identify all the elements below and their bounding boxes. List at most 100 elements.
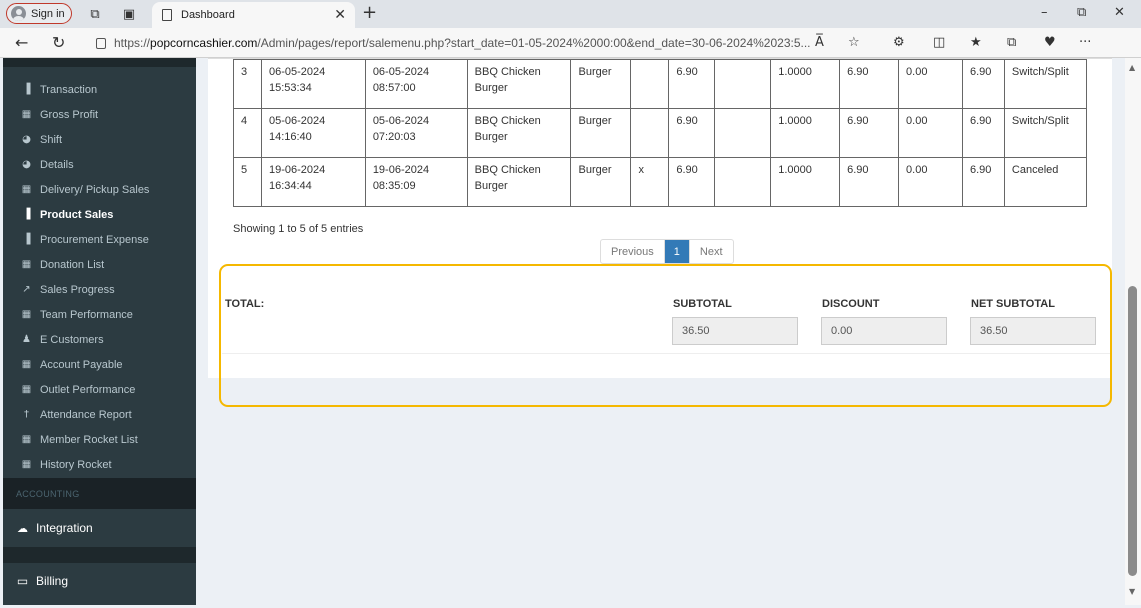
credit-card-icon: ▭	[16, 574, 29, 588]
sidebar-item-attendance-report[interactable]: † Attendance Report	[3, 402, 196, 427]
cell-text: 4	[241, 115, 248, 127]
refresh-icon[interactable]: ↻	[52, 33, 65, 52]
sidebar-reports-header[interactable]	[3, 58, 196, 67]
cell-quantity: 1.0000	[770, 108, 841, 158]
url-host: popcorncashier.com	[150, 36, 258, 50]
sidebar-item-billing[interactable]: ▭ Billing	[3, 560, 196, 602]
collections-icon[interactable]: ⧉	[1007, 35, 1016, 50]
address-bar-row: ← ↻ https://popcorncashier.com/Admin/pag…	[0, 28, 1141, 81]
net-subtotal-field[interactable]: 36.50	[970, 317, 1096, 345]
restore-icon[interactable]: ⧉	[1077, 5, 1086, 20]
sidebar: ▐ Transaction ▦ Gross Profit ◕ Shift ◕ Details ▦…	[3, 58, 196, 605]
cell-text: 05-06-2024	[372, 115, 430, 127]
pagination-next[interactable]: Next	[690, 240, 733, 263]
bar-chart-icon: ▐	[22, 84, 31, 95]
cell-category: Burger	[570, 157, 632, 207]
sidebar-item-product-sales[interactable]: ▐ Product Sales	[3, 202, 196, 227]
extensions-icon[interactable]: ⚙	[893, 35, 905, 50]
cell-created-datetime: 19-06-2024 16:34:44	[260, 157, 366, 207]
sidebar-item-donation-list[interactable]: ▦ Donation List	[3, 252, 196, 277]
cell-status: Switch/Split	[1003, 59, 1088, 109]
scrollbar-thumb[interactable]	[1128, 286, 1137, 576]
cell-text: 05-06-2024	[268, 115, 326, 127]
cell-net-subtotal: 6.90	[961, 108, 1005, 158]
cell-menu-name: BBQ Chicken Burger	[466, 108, 572, 158]
workspaces-icon[interactable]: ⧉	[86, 5, 104, 23]
sidebar-item-details[interactable]: ◕ Details	[3, 152, 196, 177]
tab-actions-icon[interactable]: ▣	[120, 5, 138, 23]
sidebar-item-delivery-pickup-sales[interactable]: ▦ Delivery/ Pickup Sales	[3, 177, 196, 202]
cell-text: 0.00	[906, 164, 928, 176]
cell-text: 6.90	[676, 115, 698, 127]
cell-text: 06-05-2024	[372, 66, 430, 78]
cell-text: Switch/Split	[1011, 115, 1069, 127]
favorites-icon[interactable]: ★	[970, 35, 982, 50]
favorite-star-icon[interactable]: ☆	[848, 35, 860, 50]
vertical-scrollbar[interactable]: ▲ ▼	[1125, 58, 1141, 605]
cell-text: 3	[241, 66, 248, 78]
net-subtotal-header: NET SUBTOTAL	[971, 298, 1055, 310]
cell-category: Burger	[570, 59, 632, 109]
url-prefix: https://	[114, 36, 151, 50]
sidebar-item-outlet-performance[interactable]: ▦ Outlet Performance	[3, 377, 196, 402]
close-window-icon[interactable]: ✕	[1114, 5, 1125, 20]
split-screen-icon[interactable]: ◫	[933, 35, 945, 50]
sidebar-item-label: Procurement Expense	[40, 233, 149, 246]
browser-essentials-icon[interactable]: ♥	[1044, 35, 1056, 50]
product-sales-table: 3 06-05-2024 15:53:34 06-05-2024 08:57:00 BBQ…	[233, 59, 1088, 207]
sidebar-item-history-rocket[interactable]: ▦ History Rocket	[3, 452, 196, 477]
line-chart-icon: ↗	[22, 284, 31, 295]
person-icon: †	[24, 409, 29, 420]
cell-text: 1.0000	[778, 66, 812, 78]
cell-text: 0.00	[906, 66, 928, 78]
minimize-icon[interactable]: –	[1041, 5, 1048, 20]
sidebar-item-gross-profit[interactable]: ▦ Gross Profit	[3, 102, 196, 127]
sidebar-item-account-payable[interactable]: ▦ Account Payable	[3, 352, 196, 377]
sidebar-item-shift[interactable]: ◕ Shift	[3, 127, 196, 152]
sidebar-item-team-performance[interactable]: ▦ Team Performance	[3, 302, 196, 327]
sidebar-item-integration[interactable]: ☁ Integration	[3, 507, 196, 549]
cell-void-mark: x	[630, 157, 670, 207]
cell-price: 6.90	[668, 108, 716, 158]
sidebar-item-procurement-expense[interactable]: ▐ Procurement Expense	[3, 227, 196, 252]
cell-text: 19-06-2024	[372, 164, 430, 176]
scroll-up-icon[interactable]: ▲	[1129, 63, 1135, 72]
sidebar-item-label: Product Sales	[40, 208, 114, 221]
sidebar-item-sales-progress[interactable]: ↗ Sales Progress	[3, 277, 196, 302]
cell-text: 5	[241, 164, 248, 176]
sidebar-item-label: Member Rocket List	[40, 433, 138, 446]
back-icon[interactable]: ←	[15, 33, 28, 52]
cell-status: Canceled	[1003, 157, 1088, 207]
cell-text: Canceled	[1011, 164, 1059, 176]
close-tab-icon[interactable]: ✕	[334, 7, 346, 23]
table-icon: ▦	[21, 109, 32, 120]
pagination-page-1[interactable]: 1	[664, 240, 690, 263]
table-icon: ▦	[21, 359, 32, 370]
read-aloud-icon[interactable]: A̅	[815, 35, 824, 50]
more-icon[interactable]: ···	[1079, 35, 1091, 50]
cell-discount: 0.00	[898, 157, 963, 207]
scroll-down-icon[interactable]: ▼	[1129, 587, 1135, 596]
sidebar-item-transaction[interactable]: ▐ Transaction	[3, 77, 196, 102]
sidebar-item-member-rocket-list[interactable]: ▦ Member Rocket List	[3, 427, 196, 452]
sign-in-button[interactable]: Sign in	[6, 3, 72, 24]
discount-field[interactable]: 0.00	[821, 317, 947, 345]
table-icon: ▦	[21, 184, 32, 195]
table-icon: ▦	[21, 434, 32, 445]
url-field[interactable]: https://popcorncashier.com/Admin/pages/r…	[96, 32, 838, 54]
sidebar-item-label: Gross Profit	[40, 108, 99, 121]
pagination-previous[interactable]: Previous	[601, 240, 665, 263]
cell-order-datetime: 19-06-2024 08:35:09	[364, 157, 468, 207]
sidebar-item-e-customers[interactable]: ♟ E Customers	[3, 327, 196, 352]
table-row: 5 19-06-2024 16:34:44 19-06-2024 08:35:09 BBQ…	[233, 157, 1088, 207]
browser-tab-bar: Sign in ⧉ ▣ Dashboard ✕ + – ⧉ ✕	[0, 0, 1141, 28]
profile-avatar-icon	[11, 6, 26, 21]
cell-text: 6.90	[969, 115, 992, 127]
subtotal-field[interactable]: 36.50	[672, 317, 798, 345]
cell-order-datetime: 05-06-2024 07:20:03	[364, 108, 468, 158]
tab-dashboard[interactable]: Dashboard ✕	[152, 2, 355, 28]
cell-quantity: 1.0000	[770, 59, 841, 109]
cloud-icon: ☁	[17, 521, 28, 535]
sidebar-item-label: Attendance Report	[40, 408, 132, 421]
new-tab-icon[interactable]: +	[362, 2, 377, 23]
